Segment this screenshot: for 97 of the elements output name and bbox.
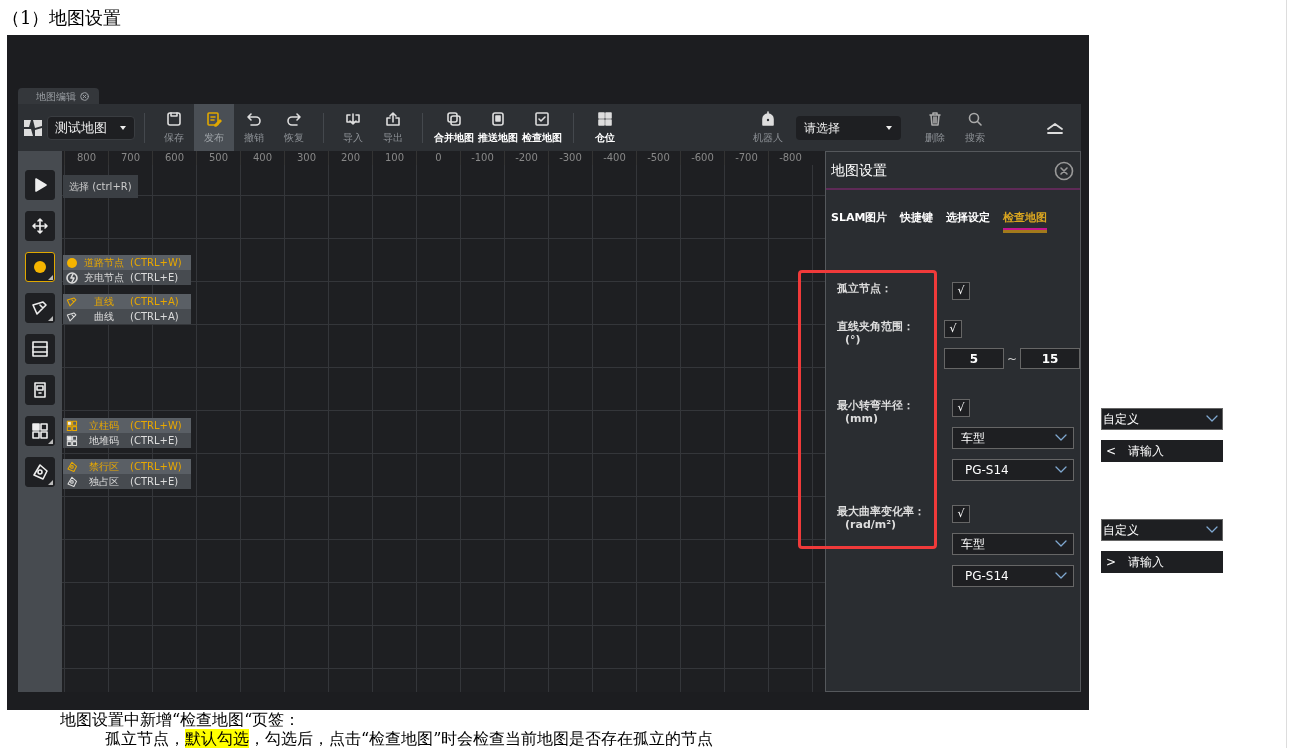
value-field[interactable]: 请输入 [1128,440,1223,462]
paragraph: 孤立节点，默认勾选，勾选后，点击“检查地图”时会检查当前地图是否存在孤立的节点 [105,729,714,748]
checkbox[interactable]: √ [952,399,970,417]
redo-icon [286,110,302,127]
save-icon [166,110,182,127]
pen-icon [66,295,78,308]
chevron-icon [1206,526,1218,534]
settings-tab[interactable]: SLAM图片 [831,210,888,230]
paragraph: 地图设置中新增“检查地图“页签： [60,710,301,729]
tool-button[interactable] [25,252,55,282]
checkbox[interactable]: √ [952,505,970,523]
close-icon [80,91,89,101]
number-field[interactable]: 15 [1020,348,1080,369]
zone-icon [66,475,78,488]
blocks-icon [66,419,78,432]
prefix-label: < [1101,440,1129,462]
toolbar-button[interactable]: 搜索 [955,104,995,151]
caret-icon [119,124,127,131]
robot-button[interactable]: 机器人 [748,104,788,151]
toolbar-button[interactable]: 导出 [373,104,413,151]
merge-icon [446,110,462,127]
editor-tab[interactable]: 地图编辑 [18,88,99,104]
prefix-label: > [1101,551,1129,573]
pen-icon [31,299,49,317]
toolbar-button[interactable]: 推送地图 [476,104,520,151]
export-icon [385,110,401,127]
menu-item[interactable]: 曲线 (CTRL+A) [63,309,191,324]
type-select[interactable]: 车型 [952,427,1074,449]
bolt-icon [66,271,78,284]
blocks-icon [66,434,78,447]
model-select[interactable]: PG-S14 [952,565,1074,587]
note-pen-icon [206,110,222,127]
chevron-icon [1055,572,1067,580]
toolbar-button[interactable]: 导入 [333,104,373,151]
tool-button[interactable] [25,416,55,446]
setting-label: 孤立节点： [836,282,893,297]
menu-item[interactable]: 独占区 (CTRL+E) [63,474,191,489]
import-icon [345,110,361,127]
settings-tab[interactable]: 选择设定 [946,210,991,230]
caret-icon [885,124,893,131]
settings-tab[interactable]: 检查地图 [1003,210,1048,230]
toolbar-button[interactable]: 保存 [154,104,194,151]
move-icon [31,217,49,235]
tooltip: 选择 (ctrl+R) [63,175,138,198]
toolbar-button[interactable]: 合并地图 [432,104,476,151]
number-field[interactable]: 5 [943,348,1004,369]
toolbar-button[interactable]: 仓位 [583,104,627,151]
blocks-icon [31,422,49,440]
robot-select[interactable]: 请选择 [796,115,901,140]
zone-icon [31,463,49,481]
toolbar-button[interactable]: 删除 [915,104,955,151]
chevron-icon [1055,466,1067,474]
custom-select[interactable]: 自定义 [1101,519,1223,541]
chevron-icon [1206,415,1218,423]
checkbox[interactable]: √ [943,320,962,338]
setting-label: 最小转弯半径： (mm) [836,399,915,427]
device-icon [490,110,506,127]
check-square-icon [534,110,550,127]
zone-icon [66,460,78,473]
toolbar-button[interactable]: 检查地图 [520,104,564,151]
setting-label: 最大曲率变化率： (rad/m²) [836,505,926,533]
toolbar-button[interactable]: 撤销 [234,104,274,151]
pen-icon [66,310,78,323]
value-field[interactable]: 请输入 [1128,551,1223,573]
tool-button[interactable] [25,457,55,487]
map-logo-icon [23,118,43,137]
toolbar-button[interactable]: 恢复 [274,104,314,151]
grid-icon [597,110,613,127]
range-separator: ~ [1006,350,1017,368]
dot-icon [66,256,78,269]
robot-icon [760,110,776,127]
menu-item[interactable]: 地堆码 (CTRL+E) [63,433,191,448]
tool-button[interactable] [25,170,55,200]
menu-item[interactable]: 充电节点 (CTRL+E) [63,270,191,285]
search-icon [967,110,983,127]
chevron-icon [1055,434,1067,442]
dot-icon [31,258,49,276]
model-select[interactable]: PG-S14 [952,459,1074,481]
section-heading: （1）地图设置 [1,6,123,30]
tool-button[interactable] [25,293,55,323]
setting-label: 直线夹角范围： (°) [836,320,915,348]
collapse-icon [1046,121,1064,134]
map-select[interactable]: 测试地图 [47,115,135,140]
trash-icon [927,110,943,127]
tool-button[interactable] [25,211,55,241]
panel-title: 地图设置 [831,160,887,180]
shelf-icon [31,340,49,358]
undo-icon [246,110,262,127]
chevron-icon [1055,540,1067,548]
custom-select[interactable]: 自定义 [1101,408,1223,430]
kiosk-icon [31,381,49,399]
settings-tab[interactable]: 快捷键 [900,210,934,230]
checkbox[interactable]: √ [952,282,970,300]
tool-button[interactable] [25,375,55,405]
tool-button[interactable] [25,334,55,364]
type-select[interactable]: 车型 [952,533,1074,555]
close-icon [1054,160,1074,181]
